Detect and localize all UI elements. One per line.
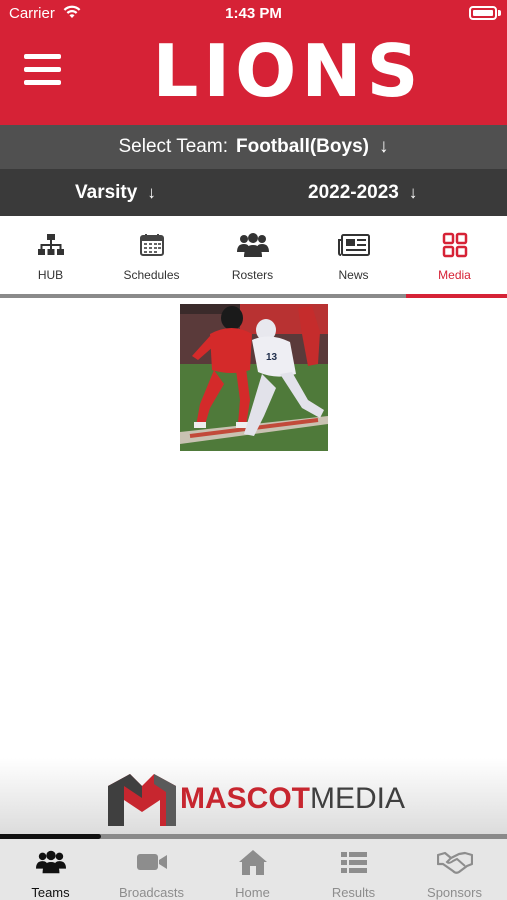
sponsor-banner[interactable]: MASCOTMEDIA bbox=[0, 758, 507, 834]
nav-label: Results bbox=[331, 885, 376, 900]
tab-indicator-track bbox=[0, 294, 507, 298]
nav-label: Broadcasts bbox=[118, 885, 185, 900]
level-value: Varsity bbox=[75, 181, 138, 203]
tab-news[interactable]: News bbox=[303, 216, 404, 298]
nav-label: Sponsors bbox=[427, 885, 482, 900]
grid-icon bbox=[404, 230, 505, 260]
mascot-media-logo-icon bbox=[108, 768, 176, 831]
newspaper-icon bbox=[303, 230, 404, 260]
team-selector-value: Football(Boys) bbox=[235, 136, 369, 157]
season-selector[interactable]: 2022-2023 ↓ bbox=[308, 169, 417, 216]
tab-label: Schedules bbox=[123, 268, 180, 282]
tab-label: Rosters bbox=[231, 268, 274, 282]
nav-teams[interactable]: Teams bbox=[0, 839, 101, 900]
nav-sponsors[interactable]: Sponsors bbox=[404, 839, 505, 900]
team-selector-label: Select Team: bbox=[118, 136, 228, 157]
home-icon bbox=[202, 847, 303, 877]
battery-tip bbox=[498, 10, 501, 16]
svg-text:13: 13 bbox=[266, 352, 278, 363]
group-icon bbox=[0, 847, 101, 877]
arrow-down-icon: ↓ bbox=[408, 182, 418, 202]
list-icon bbox=[303, 847, 404, 877]
arrow-down-icon: ↓ bbox=[378, 136, 389, 157]
org-chart-icon bbox=[0, 230, 101, 260]
sponsor-brand-part: MEDIA bbox=[310, 782, 406, 815]
nav-label: Teams bbox=[31, 885, 70, 900]
nav-home[interactable]: Home bbox=[202, 839, 303, 900]
bottom-nav: Teams Broadcasts Home Results Sponsors bbox=[0, 839, 507, 900]
tab-hub[interactable]: HUB bbox=[0, 216, 101, 298]
battery-icon bbox=[469, 6, 497, 20]
tab-schedules[interactable]: Schedules bbox=[101, 216, 202, 298]
sponsor-brand-part: MASCOT bbox=[180, 782, 310, 815]
tab-rosters[interactable]: Rosters bbox=[202, 216, 303, 298]
status-bar: Carrier 1:43 PM bbox=[0, 0, 507, 28]
app-title: LIONS bbox=[152, 29, 424, 113]
sponsor-brand: MASCOTMEDIA bbox=[180, 782, 405, 816]
group-icon bbox=[202, 230, 303, 260]
tab-media[interactable]: Media bbox=[404, 216, 505, 298]
section-tabs: HUB Schedules Rosters News Media bbox=[0, 216, 507, 298]
nav-label: Home bbox=[235, 885, 270, 900]
video-camera-icon bbox=[101, 847, 202, 877]
tab-label: News bbox=[338, 268, 369, 282]
media-photo-thumbnail[interactable]: 13 bbox=[180, 304, 328, 451]
filter-bar: Varsity ↓ 2022-2023 ↓ bbox=[0, 169, 507, 216]
nav-results[interactable]: Results bbox=[303, 839, 404, 900]
calendar-icon bbox=[101, 230, 202, 260]
tab-label: Media bbox=[438, 268, 471, 282]
tab-active-indicator bbox=[406, 294, 507, 298]
tab-label: HUB bbox=[37, 268, 64, 282]
level-selector[interactable]: Varsity ↓ bbox=[75, 169, 156, 216]
team-selector[interactable]: Select Team: Football(Boys) ↓ bbox=[0, 125, 507, 169]
hamburger-menu-icon[interactable] bbox=[24, 54, 61, 86]
nav-broadcasts[interactable]: Broadcasts bbox=[101, 839, 202, 900]
app-header: Carrier 1:43 PM LIONS bbox=[0, 0, 507, 125]
clock: 1:43 PM bbox=[225, 5, 282, 22]
handshake-icon bbox=[404, 847, 505, 877]
arrow-down-icon: ↓ bbox=[147, 182, 156, 202]
season-value: 2022-2023 bbox=[308, 181, 399, 203]
